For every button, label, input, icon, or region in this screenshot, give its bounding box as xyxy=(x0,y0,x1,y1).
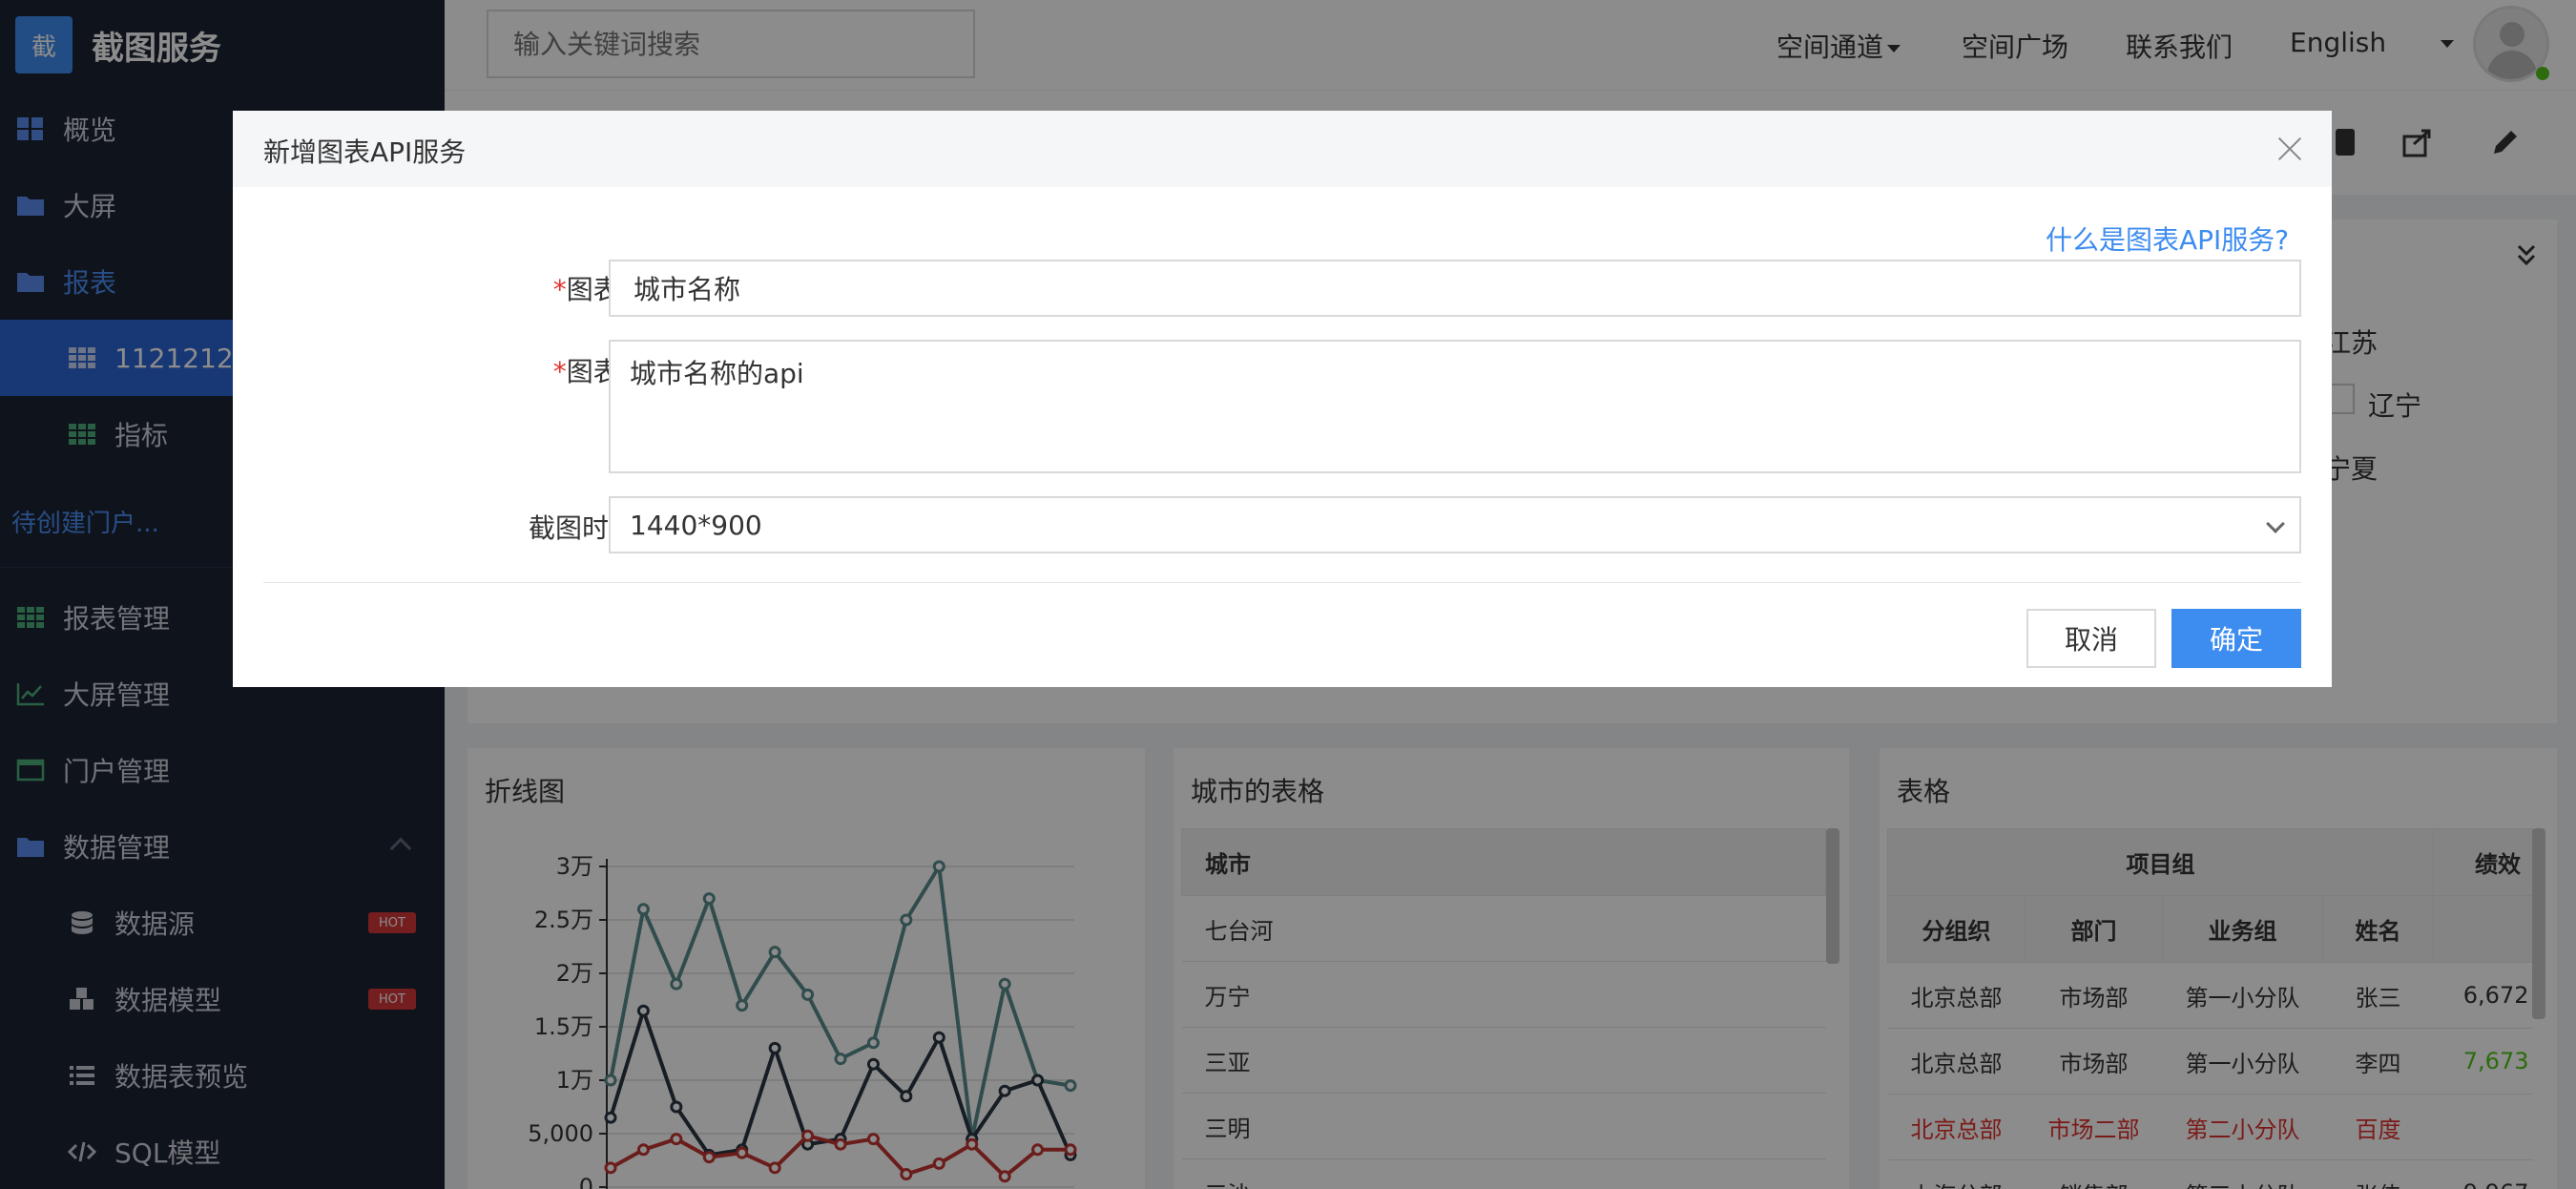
required-mark: * xyxy=(552,356,567,387)
chevron-down-icon xyxy=(2266,514,2285,533)
cancel-button[interactable]: 取消 xyxy=(2026,609,2156,668)
api-description-textarea[interactable]: 城市名称的api xyxy=(609,340,2301,473)
dialog-header: 新增图表API服务 xyxy=(233,111,2332,187)
dialog-divider xyxy=(263,582,2301,583)
required-mark: * xyxy=(552,274,567,305)
close-icon[interactable] xyxy=(2275,134,2305,164)
resolution-value: 1440*900 xyxy=(630,509,762,541)
dialog-title: 新增图表API服务 xyxy=(263,136,467,168)
add-chart-api-dialog: 新增图表API服务 什么是图表API服务? *图表API服务名称 *图表API服… xyxy=(233,111,2332,687)
help-link[interactable]: 什么是图表API服务? xyxy=(2046,219,2289,258)
confirm-button[interactable]: 确定 xyxy=(2171,609,2301,668)
resolution-select[interactable]: 1440*900 xyxy=(609,496,2301,553)
api-name-input[interactable] xyxy=(609,260,2301,317)
